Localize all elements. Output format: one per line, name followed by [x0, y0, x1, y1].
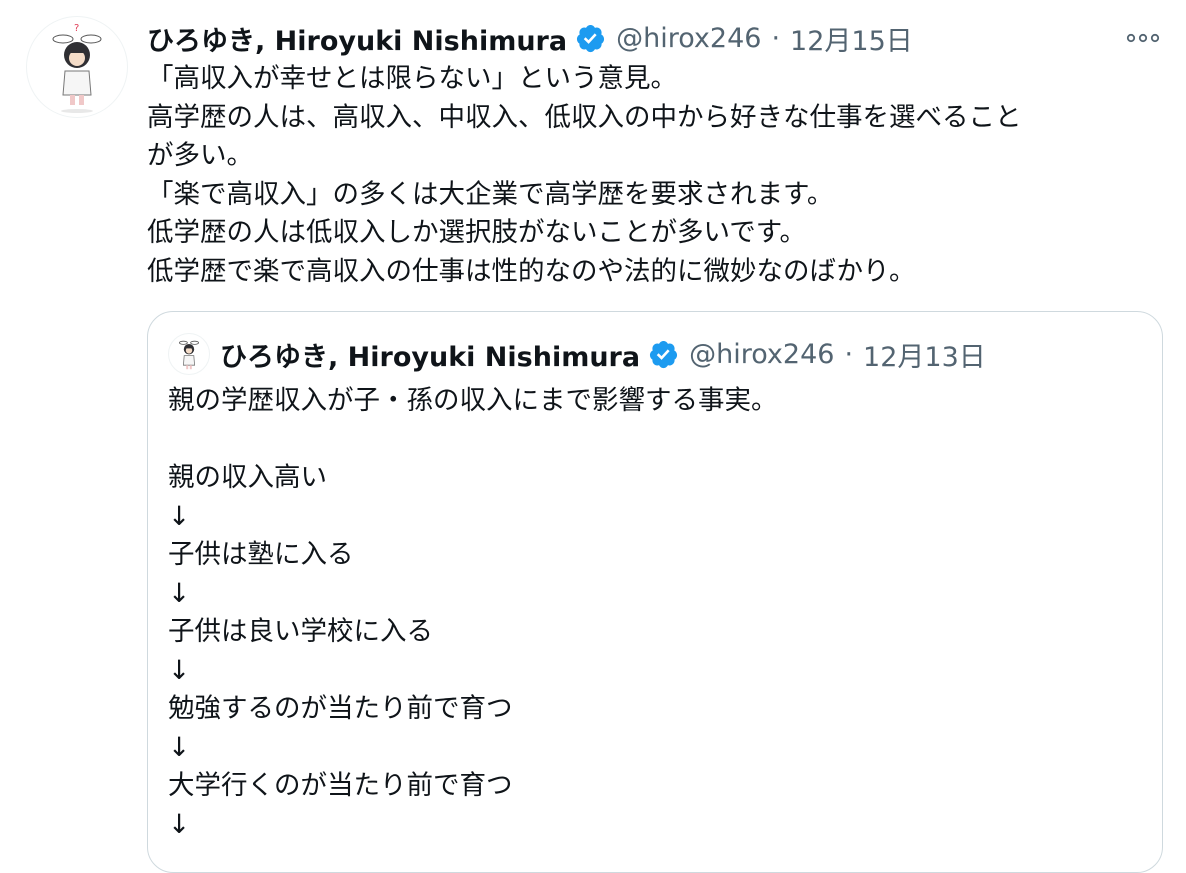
- quoted-text-line: 勉強するのが当たり前で育つ: [168, 693, 513, 724]
- quoted-tweet-header: ひろゆき, Hiroyuki Nishimura @hirox246 · 12月…: [168, 333, 986, 375]
- quoted-tweet-date: 12月13日: [863, 341, 986, 373]
- quoted-tweet-text: 親の学歴収入が子・孫の収入にまで影響する事実。 親の収入高い ↓ 子供は塾に入る…: [168, 382, 1128, 844]
- quoted-text-line: ↓: [168, 808, 191, 840]
- quoted-author-display-name: ひろゆき, Hiroyuki Nishimura: [220, 341, 641, 373]
- quoted-text-line: ↓: [168, 654, 191, 686]
- quoted-author-handle: @hirox246: [689, 338, 835, 370]
- quoted-text-line: 子供は塾に入る: [168, 539, 354, 570]
- verified-badge-icon: [575, 23, 606, 54]
- quoted-text-line: ↓: [168, 577, 191, 609]
- quoted-text-line: 親の収入高い: [168, 462, 327, 493]
- quoted-text-line: ↓: [168, 500, 191, 532]
- author-avatar[interactable]: ?: [26, 16, 128, 118]
- tweet-text-line: が多い。: [147, 140, 253, 171]
- tweet-text: 「高収入が幸せとは限らない」という意見。 高学歴の人は、高収入、中収入、低収入の…: [147, 60, 1157, 291]
- quoted-tweet-card[interactable]: ひろゆき, Hiroyuki Nishimura @hirox246 · 12月…: [147, 311, 1163, 873]
- tweet-text-line: 「高収入が幸せとは限らない」という意見。: [147, 63, 677, 94]
- quoted-header-separator: ·: [844, 338, 854, 370]
- author-handle[interactable]: @hirox246: [616, 23, 761, 54]
- tweet-date[interactable]: 12月15日: [790, 19, 913, 58]
- verified-badge-icon: [648, 339, 679, 370]
- author-display-name[interactable]: ひろゆき, Hiroyuki Nishimura: [147, 19, 567, 58]
- avatar-illustration-icon: [179, 340, 199, 370]
- avatar-illustration-icon: ?: [52, 23, 102, 113]
- quoted-text-line: [168, 421, 1128, 460]
- tweet-text-line: 高学歴の人は、高収入、中収入、低収入の中から好きな仕事を選べること: [147, 101, 1022, 133]
- quoted-author-avatar: [168, 333, 210, 375]
- svg-text:?: ?: [74, 23, 79, 34]
- tweet-text-line: 低学歴の人は低収入しか選択肢がないことが多いです。: [147, 217, 807, 248]
- tweet-header: ひろゆき, Hiroyuki Nishimura @hirox246 · 12月…: [147, 18, 913, 58]
- header-separator: ·: [771, 22, 781, 54]
- quoted-text-line: 親の学歴収入が子・孫の収入にまで影響する事実。: [168, 385, 778, 416]
- more-options-icon[interactable]: [1122, 22, 1164, 54]
- quoted-text-line: ↓: [168, 731, 191, 763]
- tweet[interactable]: ? ひろゆき, Hiroyuki Nishimura @hirox246 · 1…: [0, 0, 1186, 873]
- quoted-text-line: 大学行くのが当たり前で育つ: [168, 770, 513, 801]
- tweet-text-line: 「楽で高収入」の多くは大企業で高学歴を要求されます。: [147, 178, 834, 210]
- quoted-text-line: 子供は良い学校に入る: [168, 616, 433, 647]
- tweet-text-line: 低学歴で楽で高収入の仕事は性的なのや法的に微妙なのばかり。: [147, 255, 916, 287]
